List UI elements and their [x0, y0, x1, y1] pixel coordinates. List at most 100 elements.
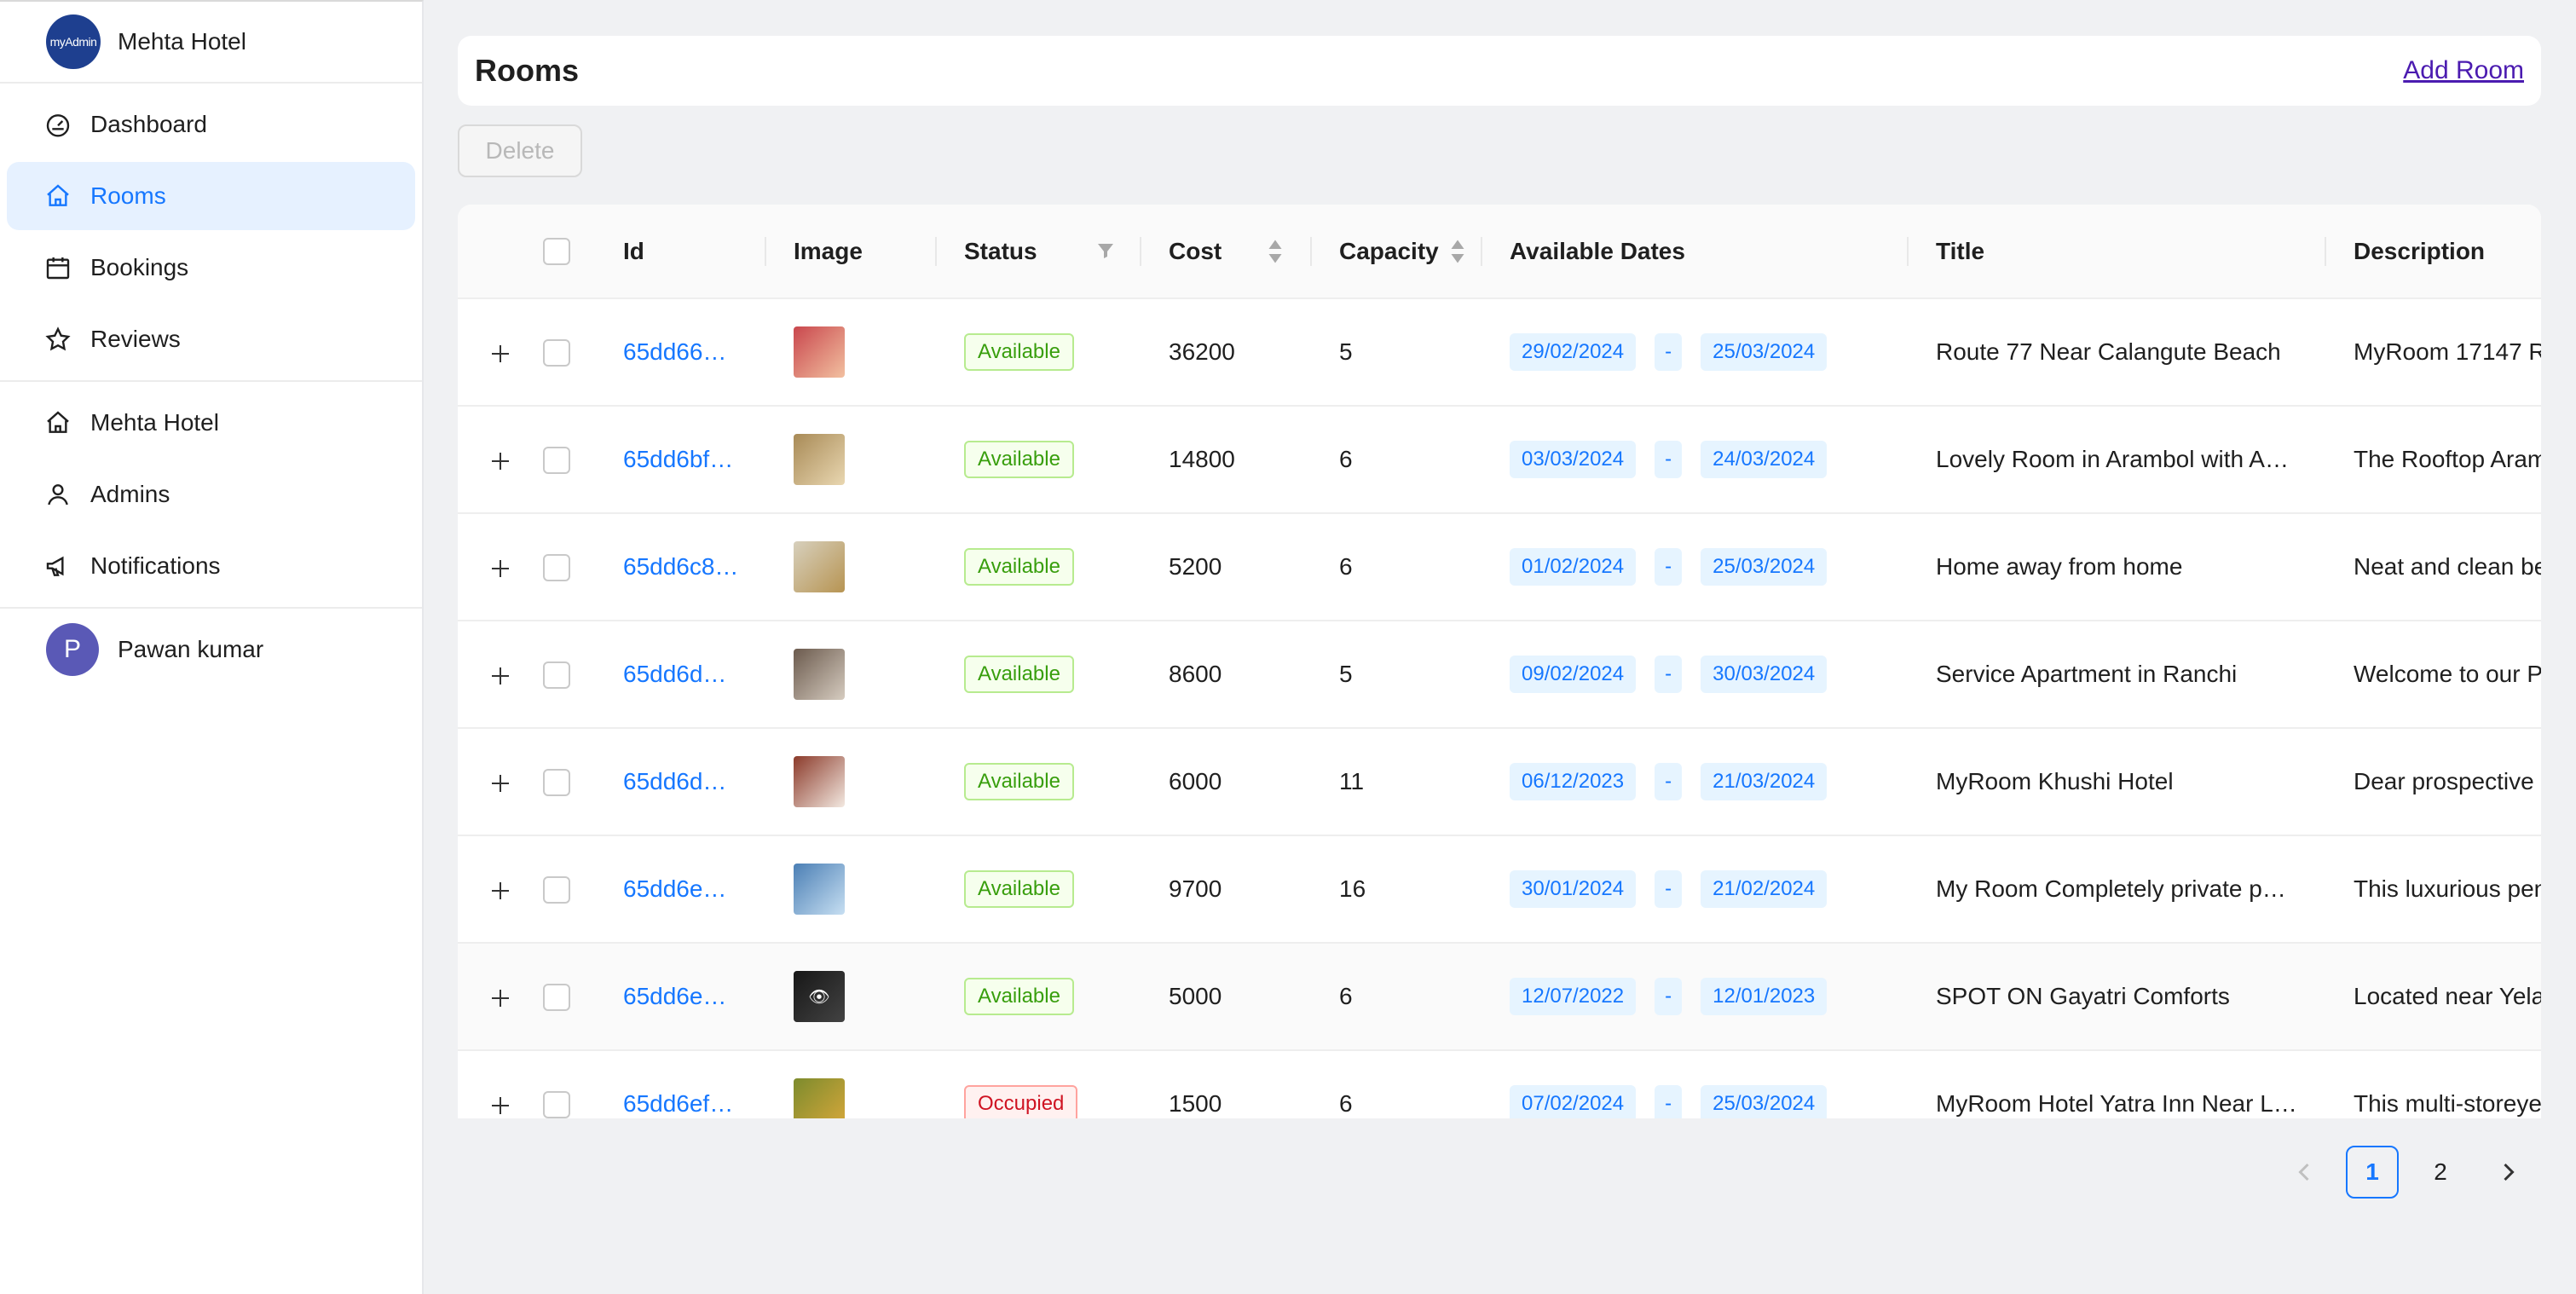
delete-button[interactable]: Delete: [458, 124, 582, 177]
status-cell: Available: [937, 728, 1141, 836]
sidebar-item-admins[interactable]: Admins: [7, 460, 415, 529]
chevron-left-icon: [2298, 1163, 2309, 1181]
column-header-status[interactable]: Status: [937, 205, 1141, 299]
sidebar-item-label: Rooms: [90, 182, 166, 209]
select-all-checkbox[interactable]: [543, 238, 570, 266]
table-row[interactable]: 65dd6ef… Occupied 1500 6 07/02/2024-25/03/20…: [458, 1050, 2541, 1118]
table-row[interactable]: 65dd6c8… Available 5200 6 01/02/2024-25/03/2…: [458, 513, 2541, 621]
description-cell: MyRoom 17147 R: [2326, 298, 2541, 407]
sort-icon[interactable]: [1450, 239, 1465, 264]
select-all-cell: [543, 205, 596, 299]
status-badge: Available: [964, 978, 1074, 1015]
sidebar-item-hotel[interactable]: Mehta Hotel: [7, 389, 415, 457]
table-row[interactable]: 65dd66… Available 36200 5 29/02/2024-25/03/2…: [458, 298, 2541, 407]
room-id-link[interactable]: 65dd6ef…: [623, 1090, 739, 1118]
table-row[interactable]: 65dd6e… 👁 Available 5000 6 12/07/2022-12/01/2…: [458, 943, 2541, 1051]
expand-cell: [458, 943, 543, 1051]
description-cell: The Rooftop Aram: [2326, 406, 2541, 514]
date-to-tag: 30/03/2024: [1701, 656, 1828, 693]
table-row[interactable]: 65dd6d… Available 6000 11 06/12/2023-21/03/2…: [458, 728, 2541, 836]
date-to-tag: 24/03/2024: [1701, 441, 1828, 478]
row-checkbox[interactable]: [543, 446, 570, 474]
expand-row-icon[interactable]: [488, 664, 512, 688]
row-checkbox[interactable]: [543, 553, 570, 581]
column-header-label: Status: [964, 237, 1037, 264]
user-profile[interactable]: P Pawan kumar: [0, 609, 422, 690]
room-thumbnail[interactable]: [794, 541, 845, 592]
room-id-link[interactable]: 65dd66…: [623, 338, 739, 366]
room-id-link[interactable]: 65dd6e…: [623, 983, 739, 1010]
select-cell: [543, 298, 596, 407]
table-row[interactable]: 65dd6e… Available 9700 16 30/01/2024-21/02/2…: [458, 835, 2541, 944]
add-room-link[interactable]: Add Room: [2403, 56, 2524, 85]
sidebar-item-bookings[interactable]: Bookings: [7, 234, 415, 302]
row-checkbox[interactable]: [543, 983, 570, 1011]
page-2-button[interactable]: 2: [2414, 1146, 2467, 1199]
id-cell: 65dd6e…: [596, 943, 766, 1051]
room-thumbnail[interactable]: 👁: [794, 971, 845, 1022]
table-row[interactable]: 65dd6bf… Available 14800 6 03/03/2024-24/03/…: [458, 406, 2541, 514]
table-row[interactable]: 65dd6d… Available 8600 5 09/02/2024-30/03/20…: [458, 621, 2541, 729]
expand-row-icon[interactable]: [488, 449, 512, 473]
brand[interactable]: myAdmin Mehta Hotel: [0, 2, 422, 84]
sidebar-item-dashboard[interactable]: Dashboard: [7, 90, 415, 159]
sidebar-item-notifications[interactable]: Notifications: [7, 532, 415, 600]
room-id-link[interactable]: 65dd6c8…: [623, 553, 739, 581]
column-header-capacity[interactable]: Capacity: [1312, 205, 1482, 299]
id-cell: 65dd66…: [596, 298, 766, 407]
sidebar-item-label: Mehta Hotel: [90, 409, 219, 436]
expand-cell: [458, 513, 543, 621]
row-checkbox[interactable]: [543, 768, 570, 796]
expand-row-icon[interactable]: [488, 1094, 512, 1118]
expand-row-icon[interactable]: [488, 771, 512, 795]
room-id-link[interactable]: 65dd6d…: [623, 768, 739, 795]
description-cell: Located near Yela: [2326, 943, 2541, 1051]
room-thumbnail[interactable]: [794, 434, 845, 485]
column-header-cost[interactable]: Cost: [1141, 205, 1312, 299]
room-thumbnail[interactable]: [794, 756, 845, 807]
next-page-button[interactable]: [2482, 1146, 2535, 1199]
room-id-link[interactable]: 65dd6bf…: [623, 446, 739, 473]
date-separator-tag: -: [1655, 763, 1683, 800]
expand-row-icon[interactable]: [488, 986, 512, 1010]
description-cell: Neat and clean be: [2326, 513, 2541, 621]
room-thumbnail[interactable]: [794, 1078, 845, 1118]
row-checkbox[interactable]: [543, 338, 570, 367]
expand-row-icon[interactable]: [488, 557, 512, 581]
sidebar-item-rooms[interactable]: Rooms: [7, 162, 415, 230]
room-thumbnail[interactable]: [794, 864, 845, 915]
dashboard-icon: [46, 114, 70, 137]
page-1-button[interactable]: 1: [2346, 1146, 2399, 1199]
sort-icon[interactable]: [1268, 239, 1283, 264]
room-thumbnail[interactable]: [794, 326, 845, 378]
preview-eye-icon[interactable]: 👁: [794, 971, 845, 1022]
brand-logo: myAdmin: [46, 14, 101, 69]
filter-icon[interactable]: [1095, 240, 1116, 261]
row-checkbox[interactable]: [543, 1090, 570, 1118]
expand-row-icon[interactable]: [488, 879, 512, 903]
status-badge: Available: [964, 548, 1074, 586]
date-to-tag: 21/02/2024: [1701, 870, 1828, 908]
status-cell: Available: [937, 835, 1141, 944]
dates-cell: 01/02/2024-25/03/2024: [1482, 513, 1909, 621]
prev-page-button[interactable]: [2278, 1146, 2331, 1199]
title-cell: My Room Completely private p…: [1909, 835, 2326, 944]
room-id-link[interactable]: 65dd6d…: [623, 661, 739, 688]
row-checkbox[interactable]: [543, 661, 570, 689]
cost-cell: 9700: [1141, 835, 1312, 944]
date-from-tag: 09/02/2024: [1510, 656, 1637, 693]
cost-cell: 8600: [1141, 621, 1312, 729]
dates-cell: 09/02/2024-30/03/2024: [1482, 621, 1909, 729]
room-id-link[interactable]: 65dd6e…: [623, 875, 739, 903]
date-separator-tag: -: [1655, 441, 1683, 478]
room-thumbnail[interactable]: [794, 649, 845, 700]
status-badge: Available: [964, 763, 1074, 800]
status-cell: Available: [937, 406, 1141, 514]
sidebar-item-reviews[interactable]: Reviews: [7, 305, 415, 373]
dates-cell: 30/01/2024-21/02/2024: [1482, 835, 1909, 944]
title-cell: MyRoom Khushi Hotel: [1909, 728, 2326, 836]
expand-row-icon[interactable]: [488, 342, 512, 366]
expand-cell: [458, 835, 543, 944]
row-checkbox[interactable]: [543, 875, 570, 904]
status-badge: Available: [964, 333, 1074, 371]
